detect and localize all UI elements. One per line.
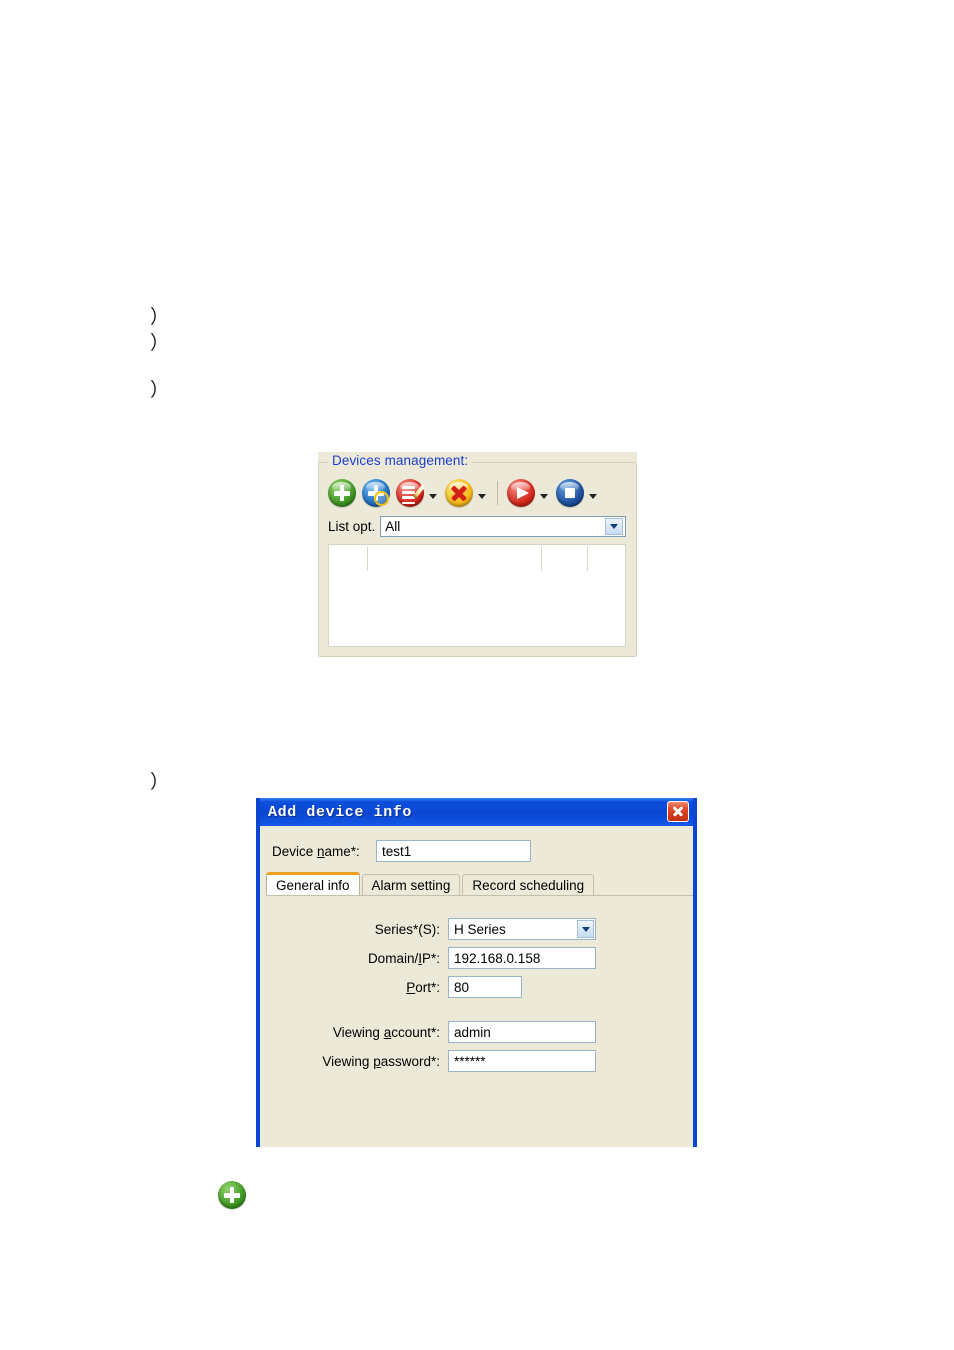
port-label: Port*: — [406, 979, 440, 995]
green-add-icon — [218, 1181, 246, 1209]
dialog-tabs: General info Alarm setting Record schedu… — [266, 872, 693, 896]
toolbar-item-play-device[interactable] — [505, 479, 552, 507]
device-name-input[interactable]: test1 — [376, 840, 531, 862]
form-spacer — [260, 1005, 693, 1021]
viewing-password-label: Viewing password*: — [322, 1053, 440, 1069]
list-option-value: All — [385, 519, 401, 534]
yellow-x-delete-icon[interactable] — [445, 479, 473, 507]
list-marker: ） — [150, 772, 170, 793]
series-value: H Series — [454, 921, 506, 937]
viewing-password-input[interactable]: ****** — [448, 1050, 596, 1072]
blue-stop-icon[interactable] — [556, 479, 584, 507]
viewing-account-label: Viewing account*: — [332, 1024, 440, 1040]
list-option-label: List opt. — [328, 519, 376, 534]
domain-ip-row: Domain/IP*: 192.168.0.158 — [260, 947, 693, 969]
green-plus-icon[interactable] — [328, 479, 356, 507]
chevron-down-icon[interactable] — [429, 493, 437, 499]
device-list-table[interactable] — [328, 544, 626, 647]
devices-management-panel: Devices management: List opt. All — [318, 452, 637, 657]
list-marker: ） — [150, 380, 170, 401]
toolbar-item-stop-device[interactable] — [554, 479, 601, 507]
toolbar-separator — [497, 481, 498, 505]
chevron-down-icon[interactable] — [605, 518, 623, 535]
column-separator[interactable] — [541, 547, 542, 571]
tab-record-scheduling[interactable]: Record scheduling — [462, 874, 595, 896]
red-play-icon[interactable] — [507, 479, 535, 507]
viewing-account-input[interactable]: admin — [448, 1021, 596, 1043]
list-marker: ） — [150, 307, 170, 328]
domain-ip-label: Domain/IP*: — [367, 950, 440, 966]
column-separator[interactable] — [625, 547, 626, 571]
dialog-title-bar[interactable]: Add device info — [260, 798, 693, 826]
devices-toolbar — [326, 476, 603, 510]
series-select[interactable]: H Series — [448, 918, 596, 940]
viewing-password-row: Viewing password*: ****** — [260, 1050, 693, 1072]
red-edit-list-icon[interactable] — [396, 479, 426, 507]
port-input[interactable]: 80 — [448, 976, 522, 998]
device-name-label: Device name*: — [272, 843, 360, 859]
device-name-row: Device name*: test1 — [260, 826, 693, 872]
port-row: Port*: 80 — [260, 976, 693, 998]
blue-plus-magnifier-icon[interactable] — [362, 479, 390, 507]
devices-management-legend: Devices management: — [328, 453, 473, 468]
close-icon[interactable] — [667, 801, 689, 822]
viewing-account-row: Viewing account*: admin — [260, 1021, 693, 1043]
toolbar-item-delete-device[interactable] — [443, 479, 490, 507]
chevron-down-icon[interactable] — [540, 493, 548, 499]
list-option-row: List opt. All — [328, 516, 626, 537]
series-row: Series*(S): H Series — [260, 918, 693, 940]
column-separator[interactable] — [367, 547, 368, 571]
tab-alarm-setting[interactable]: Alarm setting — [361, 874, 461, 896]
general-info-panel: Series*(S): H Series Domain/IP*: 192.168… — [260, 896, 693, 1072]
tab-general-info[interactable]: General info — [266, 872, 360, 896]
tab-underline — [266, 895, 693, 896]
list-marker: ） — [150, 333, 170, 354]
column-separator[interactable] — [587, 547, 588, 571]
list-option-select[interactable]: All — [380, 516, 626, 537]
domain-ip-input[interactable]: 192.168.0.158 — [448, 947, 596, 969]
toolbar-item-edit-device[interactable] — [394, 479, 441, 507]
toolbar-item-add-device[interactable] — [326, 479, 358, 507]
chevron-down-icon[interactable] — [577, 920, 594, 938]
chevron-down-icon[interactable] — [478, 493, 486, 499]
dialog-body: Device name*: test1 General info Alarm s… — [260, 826, 693, 1072]
add-device-info-dialog: Add device info Device name*: test1 Gene… — [256, 798, 697, 1147]
dialog-title: Add device info — [268, 803, 413, 821]
series-label: Series*(S): — [374, 921, 440, 937]
chevron-down-icon[interactable] — [589, 493, 597, 499]
toolbar-item-search-add-device[interactable] — [360, 479, 392, 507]
